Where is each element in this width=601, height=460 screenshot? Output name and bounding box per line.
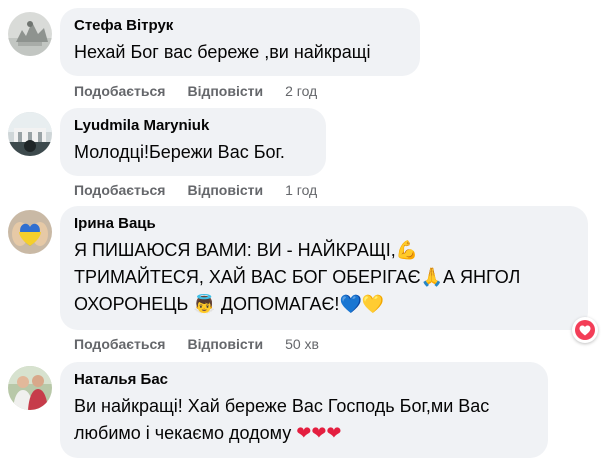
comment-text-line: Ви найкращі! Хай береже Вас Господь Бог,… — [74, 396, 490, 416]
comment-text: Молодці!Бережи Вас Бог. — [74, 142, 285, 162]
reply-button[interactable]: Відповісти — [187, 181, 263, 199]
comment-text-line: Я ПИШАЮСЯ ВАМИ: ВИ - НАЙКРАЩІ, — [74, 240, 396, 260]
reaction-badge[interactable] — [572, 317, 598, 343]
muscle-emoji: 💪 — [395, 240, 419, 260]
avatar[interactable] — [8, 366, 52, 410]
comment-text-line: ДОПОМАГАЄ! — [220, 294, 340, 314]
avatar[interactable] — [8, 12, 52, 56]
comment-author[interactable]: Ірина Ваць — [74, 215, 574, 233]
comment-author[interactable]: Стефа Вітрук — [74, 17, 406, 35]
comment-timestamp[interactable]: 50 хв — [285, 335, 319, 353]
hearts-emoji: 💙💛 — [339, 294, 385, 314]
comment-actions: Подобається Відповісти 1 год — [74, 181, 317, 199]
comment-timestamp[interactable]: 2 год — [285, 82, 317, 100]
comment-text-line: А ЯНГОЛ — [442, 267, 521, 287]
reply-button[interactable]: Відповісти — [187, 335, 263, 353]
comment-text-line: ТРИМАЙТЕСЯ, ХАЙ ВАС БОГ ОБЕРІГАЄ — [74, 267, 421, 287]
pray-emoji: 🙏 — [420, 267, 443, 287]
comment-bubble: Наталья Бас Ви найкращі! Хай береже Вас … — [60, 362, 548, 458]
comment-bubble: Стефа Вітрук Нехай Бог вас береже ,ви на… — [60, 8, 420, 76]
hearts-emoji: ❤❤❤ — [296, 423, 342, 443]
avatar[interactable] — [8, 210, 52, 254]
avatar[interactable] — [8, 112, 52, 156]
comment-author[interactable]: Наталья Бас — [74, 371, 534, 389]
like-button[interactable]: Подобається — [74, 335, 165, 353]
like-button[interactable]: Подобається — [74, 181, 165, 199]
comment-actions: Подобається Відповісти 50 хв — [74, 335, 319, 353]
comment-text-line: ОХОРОНЕЦЬ — [74, 294, 189, 314]
comment-timestamp[interactable]: 1 год — [285, 181, 317, 199]
comment-bubble: Ірина Ваць Я ПИШАЮСЯ ВАМИ: ВИ - НАЙКРАЩІ… — [60, 206, 588, 330]
comment-text: Нехай Бог вас береже ,ви найкращі — [74, 42, 371, 62]
reply-button[interactable]: Відповісти — [187, 82, 263, 100]
comment-bubble: Lyudmila Maryniuk Молодці!Бережи Вас Бог… — [60, 108, 326, 176]
angel-emoji: 👼 — [193, 294, 216, 314]
heart-icon — [575, 320, 595, 340]
comment-actions: Подобається Відповісти 2 год — [74, 82, 317, 100]
comment-text: Я ПИШАЮСЯ ВАМИ: ВИ - НАЙКРАЩІ,💪 ТРИМАЙТЕ… — [74, 237, 574, 318]
comment-author[interactable]: Lyudmila Maryniuk — [74, 117, 312, 135]
comment-text-line: любимо і чекаємо додому — [74, 423, 292, 443]
like-button[interactable]: Подобається — [74, 82, 165, 100]
comment-text: Ви найкращі! Хай береже Вас Господь Бог,… — [74, 393, 534, 447]
